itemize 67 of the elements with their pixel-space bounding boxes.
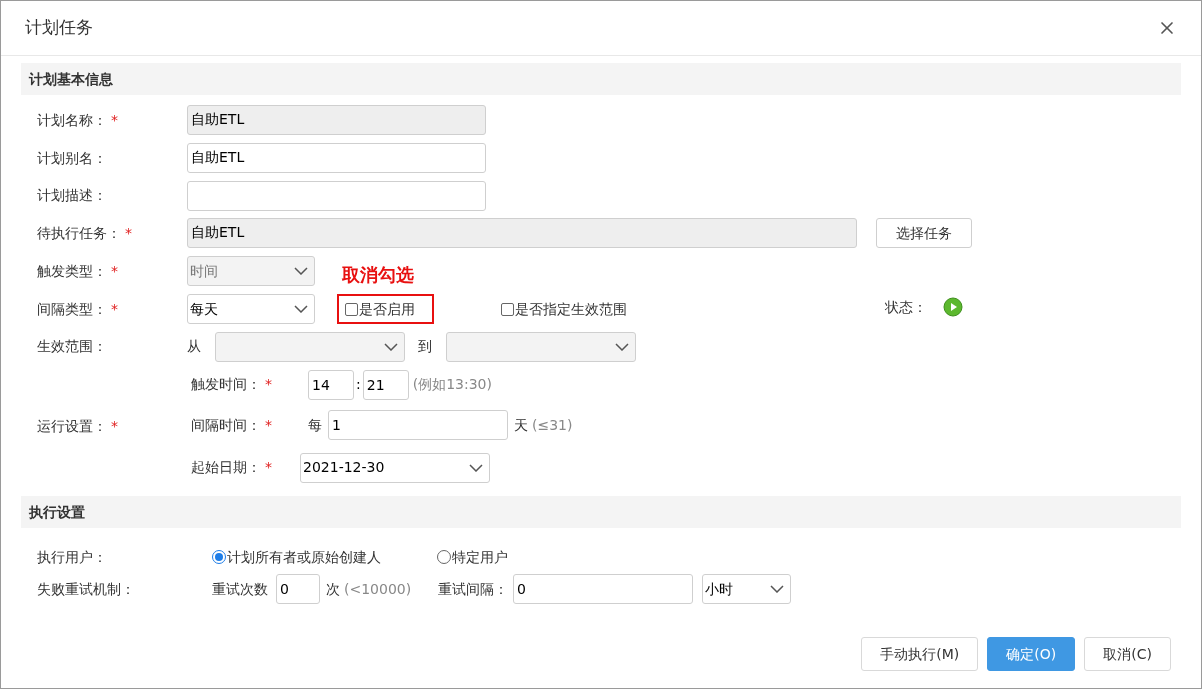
- from-label: 从: [187, 337, 202, 356]
- field-label: 重试间隔：: [438, 579, 509, 599]
- field-label: 计划名称：: [37, 110, 107, 130]
- checkbox[interactable]: [501, 302, 514, 316]
- status-label: 状态：: [885, 297, 927, 317]
- field-label: 间隔时间：: [191, 415, 261, 435]
- field-label: 生效范围：: [37, 337, 107, 356]
- text-field[interactable]: 21: [362, 369, 409, 400]
- radio-button[interactable]: [212, 550, 226, 564]
- hint-text: (<10000): [344, 579, 413, 599]
- text-field[interactable]: 0: [276, 574, 320, 604]
- checkbox-label: 是否指定生效范围: [515, 299, 627, 319]
- field-label: 触发时间：: [191, 375, 261, 394]
- field-label: 计划别名：: [37, 148, 107, 168]
- field-label: 执行用户：: [37, 547, 107, 567]
- unit-label: 天: [514, 415, 528, 435]
- section-header: 计划基本信息: [21, 63, 1181, 95]
- text-field[interactable]: 14: [308, 369, 354, 400]
- field-label: 间隔类型：: [37, 299, 107, 319]
- required-mark: *: [111, 416, 118, 436]
- text-field[interactable]: 自助ETL: [187, 105, 486, 135]
- required-mark: *: [111, 261, 118, 281]
- text-field[interactable]: 0: [513, 574, 693, 604]
- dropdown[interactable]: 2021-12-30: [300, 452, 490, 483]
- radio-button[interactable]: [437, 550, 451, 564]
- field-label: 待执行任务：: [37, 223, 121, 243]
- to-label: 到: [418, 337, 433, 356]
- play-icon: [943, 297, 963, 317]
- chevron-down-icon: [770, 585, 784, 593]
- time-separator: :: [356, 375, 361, 394]
- chevron-down-icon: [294, 305, 308, 313]
- field-label: 触发类型：: [37, 261, 107, 281]
- field-label: 起始日期：: [191, 458, 261, 477]
- chevron-down-icon: [294, 267, 308, 275]
- hint-text: (≤31): [532, 415, 573, 435]
- dropdown[interactable]: 每天: [187, 294, 315, 324]
- hint-text: (例如13:30): [412, 375, 492, 394]
- checkbox-label: 是否启用: [359, 299, 415, 319]
- dialog-button[interactable]: 取消(C): [1084, 637, 1171, 671]
- required-mark: *: [125, 223, 132, 243]
- radio-label: 特定用户: [452, 547, 508, 567]
- checkbox[interactable]: [345, 302, 358, 316]
- radio-label: 计划所有者或原始创建人: [227, 547, 381, 567]
- required-mark: *: [265, 458, 272, 477]
- required-mark: *: [265, 375, 272, 394]
- field-label: 运行设置：: [37, 416, 107, 436]
- field-label: 计划描述：: [37, 186, 107, 205]
- text-field[interactable]: [187, 180, 486, 211]
- section-header: 执行设置: [21, 496, 1181, 528]
- text-field[interactable]: 1: [328, 410, 508, 440]
- field-label: 失败重试机制：: [37, 579, 135, 599]
- required-mark: *: [111, 299, 118, 319]
- dropdown[interactable]: 小时: [702, 574, 791, 604]
- chevron-down-icon: [615, 342, 629, 351]
- required-mark: *: [265, 415, 272, 435]
- field-label: 重试次数: [212, 579, 269, 599]
- chevron-down-icon: [384, 342, 398, 351]
- text-field[interactable]: 自助ETL: [187, 143, 486, 173]
- chevron-down-icon: [469, 463, 483, 472]
- annotation-text: 取消勾选: [342, 262, 414, 287]
- select-task-button[interactable]: 选择任务: [876, 218, 972, 248]
- required-mark: *: [111, 110, 118, 130]
- dialog-button[interactable]: 手动执行(M): [861, 637, 979, 671]
- prefix-label: 每: [308, 415, 323, 435]
- unit-label: 次: [326, 579, 340, 599]
- text-field[interactable]: 自助ETL: [187, 218, 857, 248]
- dialog-title: 计划任务: [25, 16, 93, 40]
